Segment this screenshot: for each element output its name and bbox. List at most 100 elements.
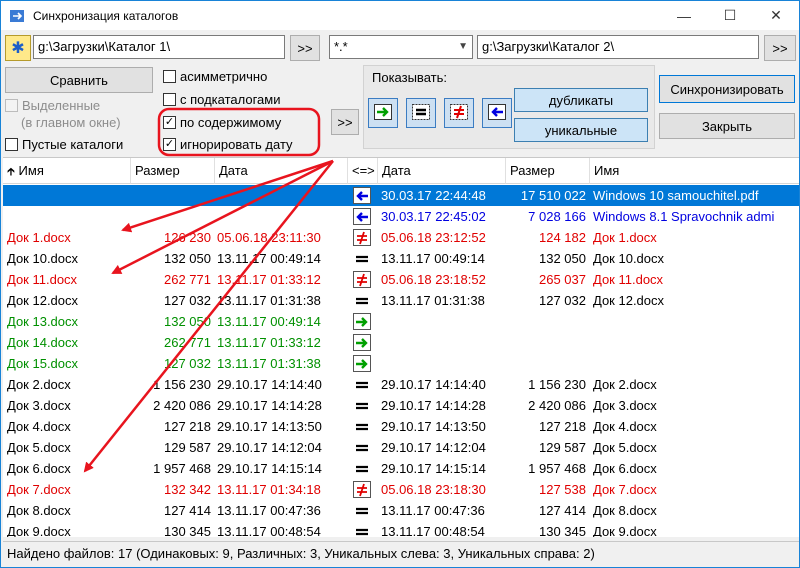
- table-row[interactable]: 30.03.17 22:45:02 7 028 166 Windows 8.1 Sp…: [3, 206, 799, 227]
- right-file-size: 127 218: [539, 419, 586, 434]
- show-equal-button[interactable]: [406, 98, 436, 128]
- left-path-field[interactable]: g:\Загрузки\Каталог 1\: [33, 35, 285, 59]
- show-different-button[interactable]: [444, 98, 474, 128]
- equal-icon: [353, 376, 371, 393]
- left-browse-button[interactable]: >>: [290, 35, 320, 61]
- table-row[interactable]: Док 12.docx 127 032 13.11.17 01:31:38 13.11…: [3, 290, 799, 311]
- right-file-date: 05.06.18 23:12:52: [381, 230, 486, 245]
- status-bar: Найдено файлов: 17 (Одинаковых: 9, Разли…: [3, 541, 799, 565]
- mask-combobox[interactable]: *.* ▼: [329, 35, 473, 59]
- right-file-size: 127 414: [539, 503, 586, 518]
- table-row[interactable]: Док 6.docx 1 957 468 29.10.17 14:15:14 29.1…: [3, 458, 799, 479]
- show-filter-group: Показывать: дубликаты уникальные: [363, 65, 655, 149]
- compare-button[interactable]: Сравнить: [5, 67, 153, 93]
- chevron-down-icon: ▼: [458, 41, 468, 52]
- close-button[interactable]: Закрыть: [659, 113, 795, 139]
- selected-checkbox[interactable]: Выделенные: [5, 98, 100, 113]
- show-left-copy-button[interactable]: [482, 98, 512, 128]
- left-file-date: 13.11.17 01:33:12: [217, 335, 321, 350]
- table-row[interactable]: Док 1.docx 126 230 05.06.18 23:11:30 05.06.…: [3, 227, 799, 248]
- column-header-size-right[interactable]: Размер: [506, 158, 590, 184]
- right-file-date: 13.11.17 00:49:14: [381, 251, 485, 266]
- column-header-size-left[interactable]: Размер: [131, 158, 215, 184]
- table-row[interactable]: 30.03.17 22:44:48 17 510 022 Windows 10 sa…: [3, 185, 799, 206]
- table-row[interactable]: Док 5.docx 129 587 29.10.17 14:12:04 29.10.…: [3, 437, 799, 458]
- duplicates-toggle[interactable]: дубликаты: [514, 88, 648, 112]
- table-row[interactable]: Док 15.docx 127 032 13.11.17 01:31:38: [3, 353, 799, 374]
- table-row[interactable]: Док 13.docx 132 050 13.11.17 00:49:14: [3, 311, 799, 332]
- equal-icon: [353, 292, 371, 309]
- table-row[interactable]: Док 9.docx 130 345 13.11.17 00:48:54 13.11.…: [3, 521, 799, 537]
- left-file-size: 262 771: [164, 272, 211, 287]
- minimize-button[interactable]: —: [661, 1, 707, 30]
- more-options-button[interactable]: >>: [331, 109, 359, 135]
- right-file-size: 7 028 166: [528, 209, 586, 224]
- table-row[interactable]: Док 10.docx 132 050 13.11.17 00:49:14 13.11…: [3, 248, 799, 269]
- left-file-date: 13.11.17 01:33:12: [217, 272, 321, 287]
- sync-app-icon: [9, 8, 25, 24]
- left-file-date: 13.11.17 00:49:14: [217, 251, 321, 266]
- table-row[interactable]: Док 11.docx 262 771 13.11.17 01:33:12 05.06…: [3, 269, 799, 290]
- left-file-name: Док 7.docx: [7, 482, 71, 497]
- subdirs-label: с подкаталогами: [180, 92, 281, 107]
- left-file-name: Док 8.docx: [7, 503, 71, 518]
- right-file-name: [593, 311, 799, 332]
- empty-dirs-checkbox[interactable]: Пустые каталоги: [5, 137, 123, 152]
- left-file-name: Док 4.docx: [7, 419, 71, 434]
- left-file-size: 1 156 230: [153, 377, 211, 392]
- right-file-name: Док 8.docx: [593, 503, 657, 518]
- table-row[interactable]: Док 8.docx 127 414 13.11.17 00:47:36 13.11.…: [3, 500, 799, 521]
- table-row[interactable]: Док 2.docx 1 156 230 29.10.17 14:14:40 29.1…: [3, 374, 799, 395]
- not-equal-icon: [353, 481, 371, 498]
- left-file-date: 13.11.17 01:31:38: [217, 356, 321, 371]
- right-arrow-icon: [374, 103, 392, 123]
- right-file-size: 1 156 230: [528, 377, 586, 392]
- table-row[interactable]: Док 3.docx 2 420 086 29.10.17 14:14:28 29.1…: [3, 395, 799, 416]
- wildcard-button[interactable]: ✱: [5, 35, 31, 61]
- column-header-name-right[interactable]: Имя: [590, 158, 799, 184]
- subdirs-checkbox[interactable]: с подкаталогами: [163, 92, 280, 107]
- column-header-date-left[interactable]: Дата: [215, 158, 348, 184]
- right-file-date: 05.06.18 23:18:52: [381, 272, 486, 287]
- left-file-name: Док 9.docx: [7, 524, 71, 537]
- right-file-name: Док 3.docx: [593, 398, 657, 413]
- close-window-button[interactable]: ✕: [753, 1, 799, 30]
- left-file-size: 132 050: [164, 314, 211, 329]
- right-file-name: Док 7.docx: [593, 482, 657, 497]
- right-file-name: Док 4.docx: [593, 419, 657, 434]
- ignore-date-checkbox[interactable]: ✓ игнорировать дату: [163, 137, 293, 152]
- right-file-size: 130 345: [539, 524, 586, 537]
- right-file-date: 13.11.17 01:31:38: [381, 293, 485, 308]
- synchronize-button[interactable]: Синхронизировать: [659, 75, 795, 103]
- right-path-field[interactable]: g:\Загрузки\Каталог 2\: [477, 35, 759, 59]
- table-row[interactable]: Док 14.docx 262 771 13.11.17 01:33:12: [3, 332, 799, 353]
- maximize-button[interactable]: ☐: [707, 1, 753, 30]
- right-file-name: Док 11.docx: [593, 272, 664, 287]
- not-equal-icon: [353, 229, 371, 246]
- left-file-name: Док 5.docx: [7, 440, 71, 455]
- right-file-size: 127 538: [539, 482, 586, 497]
- left-file-size: [131, 206, 211, 227]
- table-row[interactable]: Док 7.docx 132 342 13.11.17 01:34:18 05.06.…: [3, 479, 799, 500]
- left-file-name: Док 15.docx: [7, 356, 79, 371]
- right-file-date: [381, 332, 505, 353]
- column-header-compare[interactable]: <=>: [348, 158, 378, 184]
- column-header-date-right[interactable]: Дата: [378, 158, 506, 184]
- left-file-date: 13.11.17 00:49:14: [217, 314, 321, 329]
- close-icon: ✕: [770, 7, 782, 23]
- left-file-size: 126 230: [164, 230, 211, 245]
- equal-icon: [353, 250, 371, 267]
- unique-toggle[interactable]: уникальные: [514, 118, 648, 142]
- asymmetric-checkbox[interactable]: асимметрично: [163, 69, 267, 84]
- table-row[interactable]: Док 4.docx 127 218 29.10.17 14:13:50 29.10.…: [3, 416, 799, 437]
- show-right-copy-button[interactable]: [368, 98, 398, 128]
- by-content-checkbox[interactable]: ✓ по содержимому: [163, 115, 281, 130]
- column-header-name-left[interactable]: 🡱 Имя: [3, 158, 131, 184]
- selected-label-2: (в главном окне): [21, 115, 121, 130]
- right-file-date: 13.11.17 00:47:36: [381, 503, 485, 518]
- left-file-name: Док 13.docx: [7, 314, 79, 329]
- left-file-name: [7, 185, 129, 206]
- file-compare-grid[interactable]: 🡱 Имя Размер Дата <=> Дата Размер Имя 30…: [3, 157, 799, 537]
- right-browse-button[interactable]: >>: [764, 35, 796, 61]
- checkbox-box: [5, 99, 18, 112]
